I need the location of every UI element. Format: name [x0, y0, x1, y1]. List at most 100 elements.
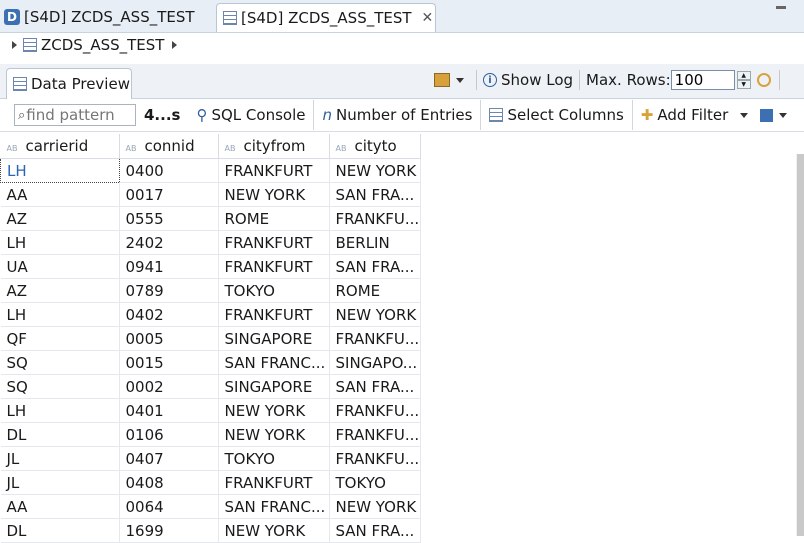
table-row[interactable]: DL 1699 NEW YORK SAN FRA...: [0, 518, 421, 543]
table-cell[interactable]: JL: [0, 470, 120, 495]
chevron-down-icon[interactable]: [779, 112, 788, 118]
table-cell[interactable]: NEW YORK: [329, 302, 421, 327]
export-icon[interactable]: [434, 73, 450, 87]
editor-tab-cds[interactable]: D [S4D] ZCDS_ASS_TEST: [4, 4, 214, 30]
table-row[interactable]: AA 0017 NEW YORK SAN FRA...: [0, 182, 421, 207]
table-cell[interactable]: 0106: [119, 422, 219, 447]
sql-console-button[interactable]: ⚲ SQL Console: [188, 100, 313, 130]
table-cell[interactable]: FRANKFURT: [218, 254, 330, 279]
table-cell[interactable]: NEW YORK: [218, 518, 330, 543]
table-cell[interactable]: SAN FRANC...: [218, 494, 330, 519]
table-cell[interactable]: ROME: [329, 278, 421, 303]
chevron-right-icon[interactable]: [12, 41, 17, 49]
table-row[interactable]: QF 0005 SINGAPORE FRANKFU...: [0, 326, 421, 351]
table-cell[interactable]: 0402: [119, 302, 219, 327]
table-row[interactable]: LH 2402 FRANKFURT BERLIN: [0, 230, 421, 255]
chevron-down-icon[interactable]: [740, 112, 749, 118]
table-cell[interactable]: SINGAPO...: [329, 350, 421, 375]
table-cell[interactable]: 0015: [119, 350, 219, 375]
table-cell[interactable]: FRANKFU...: [329, 326, 421, 351]
column-header[interactable]: AB connid: [119, 134, 219, 159]
table-row[interactable]: SQ 0002 SINGAPORE SAN FRA...: [0, 374, 421, 399]
table-cell[interactable]: DL: [0, 422, 120, 447]
table-row[interactable]: AZ 0789 TOKYO ROME: [0, 278, 421, 303]
column-header[interactable]: AB cityto: [329, 134, 421, 159]
table-cell[interactable]: AZ: [0, 278, 120, 303]
editor-tab-data-preview[interactable]: [S4D] ZCDS_ASS_TEST ✕: [216, 3, 436, 32]
breadcrumb-item[interactable]: ZCDS_ASS_TEST: [41, 36, 164, 54]
column-header[interactable]: AB cityfrom: [218, 134, 330, 159]
table-cell[interactable]: FRANKFU...: [329, 206, 421, 231]
table-cell[interactable]: 0407: [119, 446, 219, 471]
table-cell[interactable]: 0064: [119, 494, 219, 519]
table-row[interactable]: LH 0401 NEW YORK FRANKFU...: [0, 398, 421, 423]
table-cell[interactable]: SAN FRANC...: [218, 350, 330, 375]
table-cell[interactable]: FRANKFURT: [218, 158, 330, 183]
table-cell[interactable]: 2402: [119, 230, 219, 255]
table-row[interactable]: LH 0400 FRANKFURT NEW YORK: [0, 158, 421, 183]
table-cell[interactable]: FRANKFURT: [218, 302, 330, 327]
table-row[interactable]: SQ 0015 SAN FRANC... SINGAPO...: [0, 350, 421, 375]
select-columns-button[interactable]: Select Columns: [480, 100, 631, 130]
table-cell[interactable]: TOKYO: [329, 470, 421, 495]
table-row[interactable]: LH 0402 FRANKFURT NEW YORK: [0, 302, 421, 327]
table-cell[interactable]: SINGAPORE: [218, 374, 330, 399]
table-cell[interactable]: AA: [0, 182, 120, 207]
table-cell[interactable]: 0408: [119, 470, 219, 495]
column-header[interactable]: AB carrierid: [0, 134, 120, 159]
number-of-entries-button[interactable]: n Number of Entries: [313, 100, 480, 130]
table-cell[interactable]: 0941: [119, 254, 219, 279]
table-cell[interactable]: 0005: [119, 326, 219, 351]
table-cell[interactable]: SQ: [0, 374, 120, 399]
vertical-scrollbar-thumb[interactable]: [797, 154, 804, 536]
table-cell[interactable]: SAN FRA...: [329, 254, 421, 279]
table-cell[interactable]: FRANKFURT: [218, 230, 330, 255]
table-cell[interactable]: TOKYO: [218, 278, 330, 303]
table-cell[interactable]: NEW YORK: [329, 158, 421, 183]
table-cell[interactable]: 0017: [119, 182, 219, 207]
table-cell[interactable]: NEW YORK: [218, 182, 330, 207]
table-row[interactable]: JL 0407 TOKYO FRANKFU...: [0, 446, 421, 471]
table-cell[interactable]: UA: [0, 254, 120, 279]
table-cell[interactable]: 0400: [119, 158, 219, 183]
save-icon[interactable]: [760, 108, 774, 122]
table-cell[interactable]: ROME: [218, 206, 330, 231]
table-cell[interactable]: LH: [0, 158, 120, 183]
table-cell[interactable]: LH: [0, 230, 120, 255]
chevron-right-icon[interactable]: [172, 41, 178, 49]
table-cell[interactable]: 0401: [119, 398, 219, 423]
table-cell[interactable]: NEW YORK: [329, 494, 421, 519]
table-cell[interactable]: JL: [0, 446, 120, 471]
table-row[interactable]: JL 0408 FRANKFURT TOKYO: [0, 470, 421, 495]
table-cell[interactable]: SQ: [0, 350, 120, 375]
table-row[interactable]: AZ 0555 ROME FRANKFU...: [0, 206, 421, 231]
tab-data-preview[interactable]: Data Preview: [6, 68, 132, 99]
show-log-button[interactable]: Show Log: [501, 71, 573, 89]
table-cell[interactable]: AA: [0, 494, 120, 519]
table-cell[interactable]: BERLIN: [329, 230, 421, 255]
table-cell[interactable]: TOKYO: [218, 446, 330, 471]
table-cell[interactable]: NEW YORK: [218, 422, 330, 447]
find-pattern-field[interactable]: ⌕ find pattern: [14, 104, 136, 126]
table-cell[interactable]: LH: [0, 398, 120, 423]
table-cell[interactable]: SAN FRA...: [329, 182, 421, 207]
table-row[interactable]: AA 0064 SAN FRANC... NEW YORK: [0, 494, 421, 519]
add-filter-button[interactable]: ✚ Add Filter: [631, 100, 757, 130]
table-cell[interactable]: DL: [0, 518, 120, 543]
table-cell[interactable]: SAN FRA...: [329, 518, 421, 543]
table-cell[interactable]: AZ: [0, 206, 120, 231]
table-cell[interactable]: SAN FRA...: [329, 374, 421, 399]
table-cell[interactable]: SINGAPORE: [218, 326, 330, 351]
table-cell[interactable]: 0555: [119, 206, 219, 231]
table-cell[interactable]: 1699: [119, 518, 219, 543]
table-cell[interactable]: FRANKFU...: [329, 398, 421, 423]
table-cell[interactable]: FRANKFURT: [218, 470, 330, 495]
table-row[interactable]: UA 0941 FRANKFURT SAN FRA...: [0, 254, 421, 279]
table-cell[interactable]: FRANKFU...: [329, 422, 421, 447]
table-cell[interactable]: NEW YORK: [218, 398, 330, 423]
minimize-icon[interactable]: [776, 6, 786, 9]
table-cell[interactable]: QF: [0, 326, 120, 351]
table-cell[interactable]: LH: [0, 302, 120, 327]
table-row[interactable]: DL 0106 NEW YORK FRANKFU...: [0, 422, 421, 447]
refresh-icon[interactable]: [756, 73, 771, 87]
